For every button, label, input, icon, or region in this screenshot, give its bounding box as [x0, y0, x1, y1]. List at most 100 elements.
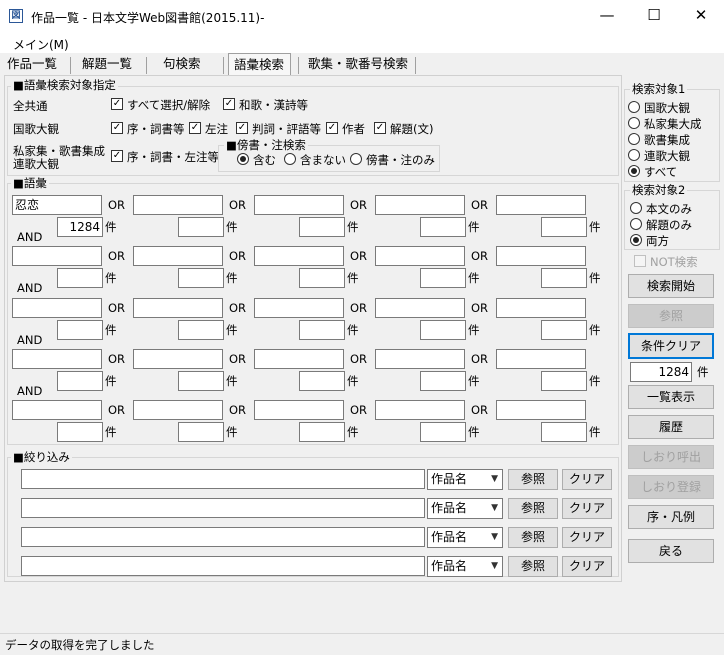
- fukumanai-radio[interactable]: [284, 153, 296, 165]
- term-input[interactable]: [375, 246, 465, 266]
- term-input[interactable]: [496, 349, 586, 369]
- term-input[interactable]: 忍恋: [12, 195, 102, 215]
- term-input[interactable]: [496, 195, 586, 215]
- condition-clear-button[interactable]: 条件クリア: [628, 333, 714, 359]
- term-count-field[interactable]: [420, 320, 466, 340]
- target1-radio-renga[interactable]: [628, 149, 640, 161]
- term-input[interactable]: [496, 400, 586, 420]
- term-input[interactable]: [496, 298, 586, 318]
- fukumu-radio[interactable]: [237, 153, 249, 165]
- term-count-field[interactable]: [57, 422, 103, 442]
- term-input[interactable]: [12, 400, 102, 420]
- term-count-field[interactable]: [57, 320, 103, 340]
- term-input[interactable]: [133, 195, 223, 215]
- filter-clear-button[interactable]: クリア: [562, 556, 612, 577]
- target2-radio-kaidai[interactable]: [630, 218, 642, 230]
- term-input[interactable]: [12, 349, 102, 369]
- filter-field-select[interactable]: 作品名 ▼: [427, 527, 503, 548]
- filter-field-select[interactable]: 作品名 ▼: [427, 469, 503, 490]
- term-count-field[interactable]: [57, 371, 103, 391]
- sachu-checkbox[interactable]: ✓: [189, 122, 201, 134]
- jo-sachu-checkbox[interactable]: ✓: [111, 150, 123, 162]
- menu-main[interactable]: メイン(M): [13, 36, 69, 53]
- term-count-field[interactable]: [420, 422, 466, 442]
- target1-radio-kokka[interactable]: [628, 101, 640, 113]
- filter-clear-button[interactable]: クリア: [562, 527, 612, 548]
- term-input[interactable]: [133, 400, 223, 420]
- reference-button[interactable]: 参照: [628, 304, 714, 328]
- not-search-checkbox[interactable]: [634, 255, 646, 267]
- sakusha-checkbox[interactable]: ✓: [326, 122, 338, 134]
- filter-clear-button[interactable]: クリア: [562, 498, 612, 519]
- term-input[interactable]: [254, 400, 344, 420]
- term-input[interactable]: [254, 298, 344, 318]
- close-button[interactable]: ✕: [678, 0, 724, 32]
- term-count-field[interactable]: [420, 371, 466, 391]
- target2-radio-honbun[interactable]: [630, 202, 642, 214]
- filter-reference-button[interactable]: 参照: [508, 527, 558, 548]
- term-input[interactable]: [12, 246, 102, 266]
- term-count-field[interactable]: [541, 320, 587, 340]
- tab-sakuhin-ichiran[interactable]: 作品一覧: [2, 53, 63, 76]
- term-count-field[interactable]: [178, 217, 224, 237]
- filter-clear-button[interactable]: クリア: [562, 469, 612, 490]
- bookmark-register-button[interactable]: しおり登録: [628, 475, 714, 499]
- filter-field-select[interactable]: 作品名 ▼: [427, 498, 503, 519]
- term-input[interactable]: [375, 195, 465, 215]
- term-input[interactable]: [375, 349, 465, 369]
- filter-reference-button[interactable]: 参照: [508, 469, 558, 490]
- term-count-field[interactable]: [420, 217, 466, 237]
- term-count-field[interactable]: [299, 320, 345, 340]
- tab-kaidai-ichiran[interactable]: 解題一覧: [77, 53, 138, 76]
- term-count-field[interactable]: 1284: [57, 217, 103, 237]
- bookmark-call-button[interactable]: しおり呼出: [628, 445, 714, 469]
- all-select-checkbox[interactable]: ✓: [111, 98, 123, 110]
- target2-radio-both[interactable]: [630, 234, 642, 246]
- term-input[interactable]: [254, 349, 344, 369]
- term-input[interactable]: [133, 246, 223, 266]
- term-input[interactable]: [133, 298, 223, 318]
- jo-kotobagaki-checkbox[interactable]: ✓: [111, 122, 123, 134]
- term-count-field[interactable]: [178, 422, 224, 442]
- history-button[interactable]: 履歴: [628, 415, 714, 439]
- term-input[interactable]: [254, 246, 344, 266]
- term-input[interactable]: [375, 400, 465, 420]
- tab-ku-kensaku[interactable]: 句検索: [158, 53, 206, 76]
- term-input[interactable]: [254, 195, 344, 215]
- filter-field-select[interactable]: 作品名 ▼: [427, 556, 503, 577]
- term-count-field[interactable]: [541, 217, 587, 237]
- term-count-field[interactable]: [178, 268, 224, 288]
- term-count-field[interactable]: [299, 422, 345, 442]
- preface-legend-button[interactable]: 序・凡例: [628, 505, 714, 529]
- kaidai-bun-checkbox[interactable]: ✓: [374, 122, 386, 134]
- filter-reference-button[interactable]: 参照: [508, 498, 558, 519]
- filter-input[interactable]: [21, 527, 425, 547]
- term-input[interactable]: [133, 349, 223, 369]
- minimize-button[interactable]: —: [584, 0, 630, 32]
- filter-reference-button[interactable]: 参照: [508, 556, 558, 577]
- term-input[interactable]: [12, 298, 102, 318]
- filter-input[interactable]: [21, 498, 425, 518]
- maximize-button[interactable]: ☐: [631, 0, 677, 32]
- term-count-field[interactable]: [178, 320, 224, 340]
- waka-checkbox[interactable]: ✓: [223, 98, 235, 110]
- term-input[interactable]: [375, 298, 465, 318]
- tab-goi-kensaku[interactable]: 語彙検索: [228, 53, 291, 76]
- search-start-button[interactable]: 検索開始: [628, 274, 714, 298]
- term-count-field[interactable]: [541, 371, 587, 391]
- target1-radio-kasho[interactable]: [628, 133, 640, 145]
- term-count-field[interactable]: [299, 217, 345, 237]
- hanshi-checkbox[interactable]: ✓: [236, 122, 248, 134]
- back-button[interactable]: 戻る: [628, 539, 714, 563]
- total-count-field[interactable]: 1284: [630, 362, 692, 382]
- target1-radio-all[interactable]: [628, 165, 640, 177]
- term-count-field[interactable]: [178, 371, 224, 391]
- term-input[interactable]: [496, 246, 586, 266]
- filter-input[interactable]: [21, 556, 425, 576]
- tab-kashu-kensaku[interactable]: 歌集・歌番号検索: [303, 53, 414, 76]
- term-count-field[interactable]: [541, 422, 587, 442]
- bosho-only-radio[interactable]: [350, 153, 362, 165]
- list-display-button[interactable]: 一覧表示: [628, 385, 714, 409]
- term-count-field[interactable]: [57, 268, 103, 288]
- term-count-field[interactable]: [420, 268, 466, 288]
